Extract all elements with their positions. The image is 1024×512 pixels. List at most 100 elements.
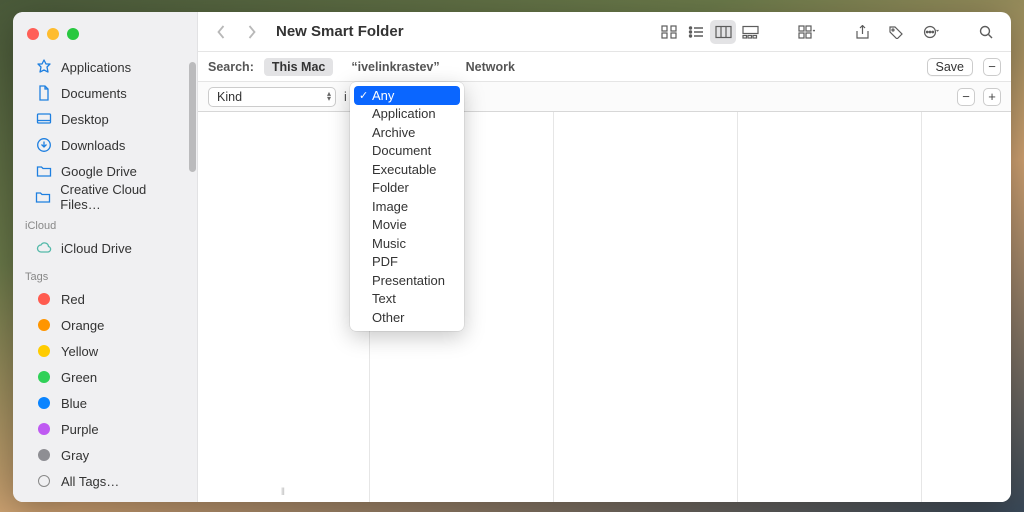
sidebar-tag-green[interactable]: Green	[13, 364, 197, 390]
view-switcher	[656, 20, 763, 44]
window-controls	[13, 20, 197, 54]
kind-dropdown-menu: AnyApplicationArchiveDocumentExecutableF…	[350, 82, 464, 331]
sidebar-item-desktop[interactable]: Desktop	[13, 106, 197, 132]
all-tags-icon	[35, 473, 52, 490]
desktop-background: Applications Documents Desktop Downloads…	[0, 0, 1024, 512]
dropdown-option-movie[interactable]: Movie	[350, 216, 464, 235]
document-icon	[35, 85, 52, 102]
dropdown-option-music[interactable]: Music	[350, 234, 464, 253]
dropdown-option-other[interactable]: Other	[350, 308, 464, 327]
back-button[interactable]	[210, 19, 232, 45]
sidebar: Applications Documents Desktop Downloads…	[13, 12, 198, 502]
list-view-button[interactable]	[683, 20, 709, 44]
sidebar-item-label: Gray	[61, 448, 89, 463]
sidebar-scrollbar[interactable]	[189, 62, 196, 172]
sidebar-item-downloads[interactable]: Downloads	[13, 132, 197, 158]
sidebar-tag-purple[interactable]: Purple	[13, 416, 197, 442]
sidebar-tag-red[interactable]: Red	[13, 286, 197, 312]
sidebar-item-documents[interactable]: Documents	[13, 80, 197, 106]
dropdown-option-text[interactable]: Text	[350, 290, 464, 309]
zoom-window-button[interactable]	[67, 28, 79, 40]
minimize-window-button[interactable]	[47, 28, 59, 40]
search-button[interactable]	[973, 20, 999, 44]
icon-view-button[interactable]	[656, 20, 682, 44]
share-button[interactable]	[849, 20, 875, 44]
tag-dot-icon	[35, 369, 52, 386]
scope-user-folder[interactable]: “ivelinkrastev”	[343, 58, 447, 76]
sidebar-item-applications[interactable]: Applications	[13, 54, 197, 80]
tag-dot-icon	[35, 343, 52, 360]
sidebar-item-all-tags[interactable]: All Tags…	[13, 468, 197, 494]
remove-criteria-button[interactable]: −	[957, 88, 975, 106]
column-resize-handle[interactable]: ‖	[281, 487, 286, 498]
group-by-button[interactable]	[793, 20, 819, 44]
column-1[interactable]: ‖	[198, 112, 370, 502]
add-criteria-button[interactable]: +	[983, 88, 1001, 106]
sidebar-tag-blue[interactable]: Blue	[13, 390, 197, 416]
toolbar: New Smart Folder	[198, 12, 1011, 52]
sidebar-item-label: Documents	[61, 86, 127, 101]
dropdown-option-image[interactable]: Image	[350, 197, 464, 216]
column-view-content: ‖	[198, 112, 1011, 502]
tag-dot-icon	[35, 421, 52, 438]
column-view-button[interactable]	[710, 20, 736, 44]
sidebar-item-google-drive[interactable]: Google Drive	[13, 158, 197, 184]
dropdown-option-folder[interactable]: Folder	[350, 179, 464, 198]
main-area: New Smart Folder Search:	[198, 12, 1011, 502]
dropdown-option-application[interactable]: Application	[350, 105, 464, 124]
sidebar-item-label: Downloads	[61, 138, 125, 153]
search-scope-bar: Search: This Mac “ivelinkrastev” Network…	[198, 52, 1011, 82]
window-title: New Smart Folder	[276, 23, 404, 40]
sidebar-item-creative-cloud[interactable]: Creative Cloud Files…	[13, 184, 197, 210]
gallery-view-button[interactable]	[737, 20, 763, 44]
sidebar-item-label: Creative Cloud Files…	[60, 182, 185, 212]
sidebar-tag-gray[interactable]: Gray	[13, 442, 197, 468]
sidebar-item-label: Red	[61, 292, 85, 307]
action-menu-button[interactable]	[917, 20, 943, 44]
criteria-attribute-value: Kind	[217, 90, 242, 104]
tag-dot-icon	[35, 395, 52, 412]
column-3[interactable]	[554, 112, 738, 502]
tag-dot-icon	[35, 317, 52, 334]
search-label: Search:	[208, 60, 254, 74]
column-4[interactable]	[738, 112, 922, 502]
cloud-icon	[35, 240, 52, 257]
dropdown-option-presentation[interactable]: Presentation	[350, 271, 464, 290]
tag-dot-icon	[35, 447, 52, 464]
sidebar-item-label: Purple	[61, 422, 99, 437]
criteria-is-label: i	[344, 90, 347, 104]
criteria-attribute-select[interactable]: Kind ▴▾	[208, 87, 336, 107]
sidebar-tag-yellow[interactable]: Yellow	[13, 338, 197, 364]
tag-dot-icon	[35, 291, 52, 308]
scope-this-mac[interactable]: This Mac	[264, 58, 334, 76]
forward-button[interactable]	[240, 19, 262, 45]
save-button[interactable]: Save	[927, 58, 974, 76]
sidebar-section-icloud: iCloud	[13, 210, 197, 235]
sidebar-item-label: iCloud Drive	[61, 241, 132, 256]
dropdown-option-executable[interactable]: Executable	[350, 160, 464, 179]
applications-icon	[35, 59, 52, 76]
sidebar-item-label: All Tags…	[61, 474, 119, 489]
close-window-button[interactable]	[27, 28, 39, 40]
folder-icon	[35, 189, 51, 206]
sidebar-item-label: Blue	[61, 396, 87, 411]
sidebar-tag-orange[interactable]: Orange	[13, 312, 197, 338]
finder-window: Applications Documents Desktop Downloads…	[13, 12, 1011, 502]
desktop-icon	[35, 111, 52, 128]
sidebar-item-label: Applications	[61, 60, 131, 75]
downloads-icon	[35, 137, 52, 154]
dropdown-option-any[interactable]: Any	[354, 86, 460, 105]
sidebar-section-tags: Tags	[13, 261, 197, 286]
sidebar-item-label: Yellow	[61, 344, 98, 359]
scope-network[interactable]: Network	[458, 58, 523, 76]
chevron-updown-icon: ▴▾	[327, 92, 331, 102]
sidebar-item-label: Orange	[61, 318, 104, 333]
dropdown-option-document[interactable]: Document	[350, 142, 464, 161]
tags-button[interactable]	[883, 20, 909, 44]
dropdown-option-pdf[interactable]: PDF	[350, 253, 464, 272]
sidebar-item-label: Google Drive	[61, 164, 137, 179]
folder-icon	[35, 163, 52, 180]
remove-search-button[interactable]: −	[983, 58, 1001, 76]
dropdown-option-archive[interactable]: Archive	[350, 123, 464, 142]
sidebar-item-icloud-drive[interactable]: iCloud Drive	[13, 235, 197, 261]
